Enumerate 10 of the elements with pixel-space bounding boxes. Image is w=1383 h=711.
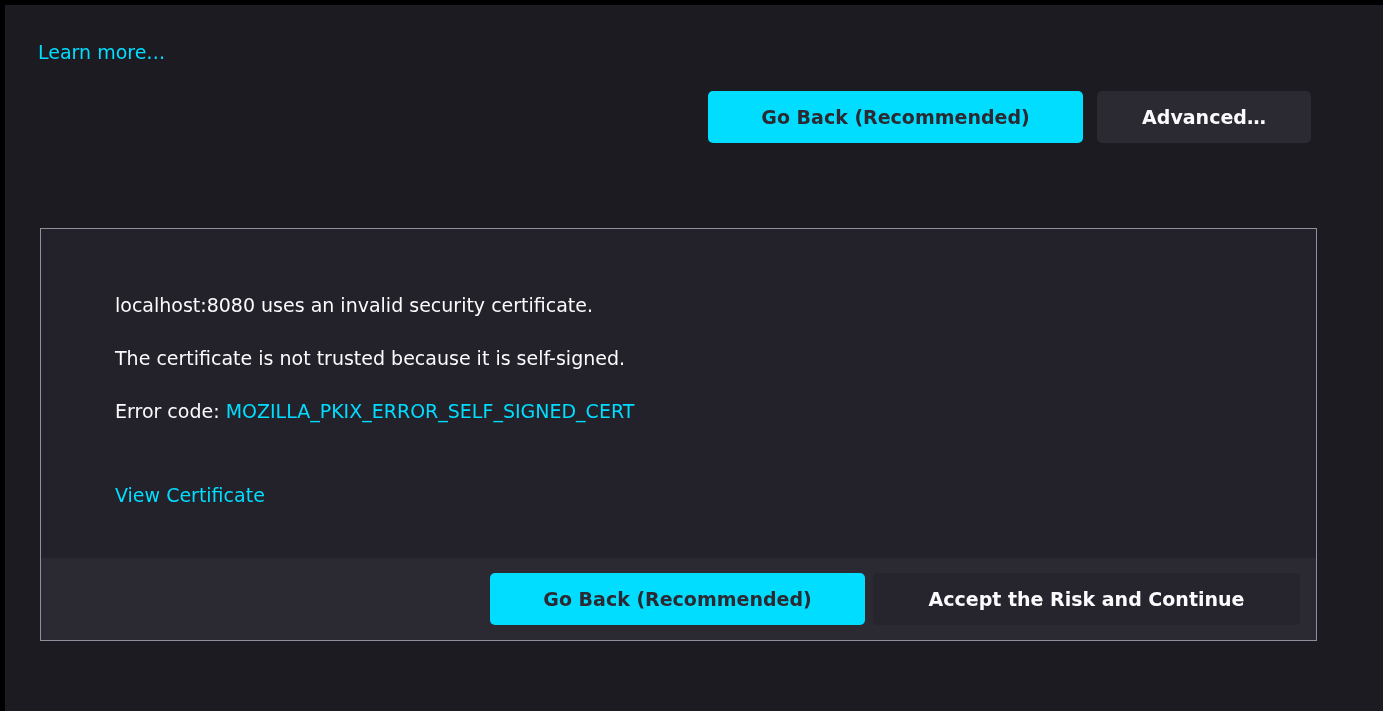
error-code-link[interactable]: MOZILLA_PKIX_ERROR_SELF_SIGNED_CERT — [225, 400, 635, 422]
message-text: The certificate is not trusted because it is self-signed. — [115, 347, 626, 369]
message-text: localhost:8080 uses an invalid security certificate. — [115, 294, 594, 316]
learn-more-link[interactable]: Learn more… — [38, 41, 166, 63]
action-button[interactable]: Go Back (Recommended) — [490, 573, 865, 625]
action-button[interactable]: Advanced… — [1097, 91, 1311, 143]
error-code-text: Error code: MOZILLA_PKIX_ERROR_SELF_SIGNED_CERT — [115, 400, 635, 422]
action-button[interactable]: Go Back (Recommended) — [708, 91, 1083, 143]
view-certificate-link[interactable]: View Certificate — [115, 484, 265, 506]
action-button[interactable]: Accept the Risk and Continue — [873, 573, 1300, 625]
